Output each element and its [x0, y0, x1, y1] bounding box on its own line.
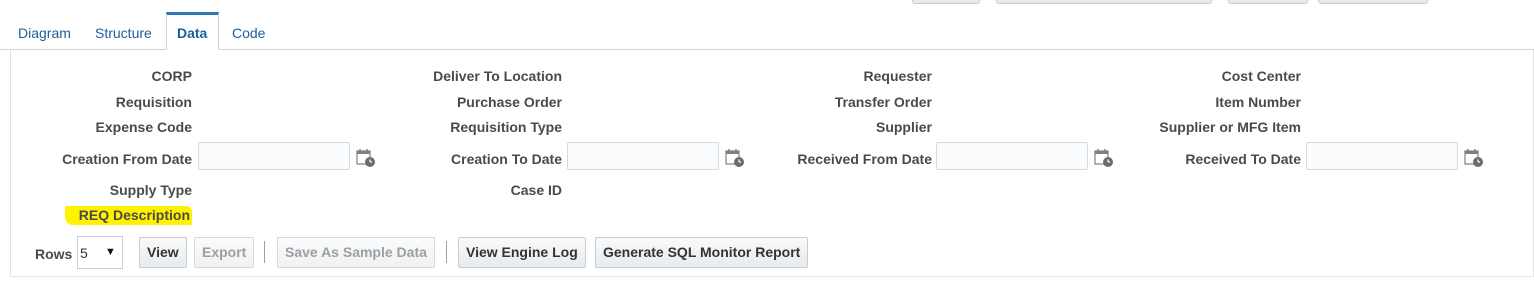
calendar-icon[interactable] [725, 148, 745, 168]
rows-select[interactable]: 5 ▼ [77, 236, 123, 269]
label-case-id: Case ID [510, 182, 562, 198]
toolbar-separator [446, 241, 447, 263]
toolbar-separator [264, 241, 265, 263]
top-button-4[interactable] [1318, 0, 1428, 4]
received-to-date-input[interactable] [1306, 142, 1458, 170]
calendar-icon[interactable] [1094, 148, 1114, 168]
top-button-3[interactable] [1228, 0, 1308, 4]
generate-sql-monitor-report-button[interactable]: Generate SQL Monitor Report [595, 237, 809, 268]
tab-code[interactable]: Code [222, 12, 275, 49]
label-received-from-date: Received From Date [797, 151, 932, 167]
rows-select-value: 5 [80, 245, 88, 261]
label-creation-from-date: Creation From Date [62, 151, 192, 167]
rows-label: Rows [35, 246, 73, 262]
creation-from-date-input[interactable] [198, 142, 350, 170]
top-button-1[interactable] [912, 0, 980, 4]
panel-divider [10, 276, 1532, 277]
label-requisition: Requisition [115, 94, 192, 110]
calendar-icon[interactable] [1464, 148, 1484, 168]
req-description-highlight: REQ Description [64, 206, 192, 225]
received-from-date-input[interactable] [936, 142, 1088, 170]
label-deliver-to-location: Deliver To Location [433, 68, 562, 84]
tab-data[interactable]: Data [166, 12, 219, 50]
view-button[interactable]: View [139, 237, 187, 268]
tab-structure[interactable]: Structure [85, 12, 162, 49]
view-engine-log-button[interactable]: View Engine Log [458, 237, 586, 268]
label-transfer-order: Transfer Order [834, 94, 932, 110]
tab-diagram[interactable]: Diagram [8, 12, 81, 49]
dropdown-arrow-icon: ▼ [105, 246, 116, 258]
label-expense-code: Expense Code [95, 119, 192, 135]
label-creation-to-date: Creation To Date [451, 151, 562, 167]
label-supplier-or-mfg-item: Supplier or MFG Item [1159, 119, 1301, 135]
label-requisition-type: Requisition Type [450, 119, 562, 135]
label-req-description: REQ Description [64, 206, 192, 225]
label-supply-type: Supply Type [109, 182, 192, 198]
save-as-sample-data-button[interactable]: Save As Sample Data [277, 237, 435, 268]
creation-to-date-input[interactable] [567, 142, 719, 170]
label-item-number: Item Number [1215, 94, 1301, 110]
calendar-icon[interactable] [356, 148, 376, 168]
label-cost-center: Cost Center [1221, 68, 1301, 84]
label-supplier: Supplier [875, 119, 932, 135]
tab-bar: Diagram Structure Data Code [0, 12, 1534, 50]
label-received-to-date: Received To Date [1185, 151, 1301, 167]
label-requester: Requester [863, 68, 932, 84]
label-corp: CORP [151, 68, 192, 84]
top-button-2[interactable] [996, 0, 1212, 4]
label-purchase-order: Purchase Order [456, 94, 562, 110]
export-button[interactable]: Export [194, 237, 255, 268]
